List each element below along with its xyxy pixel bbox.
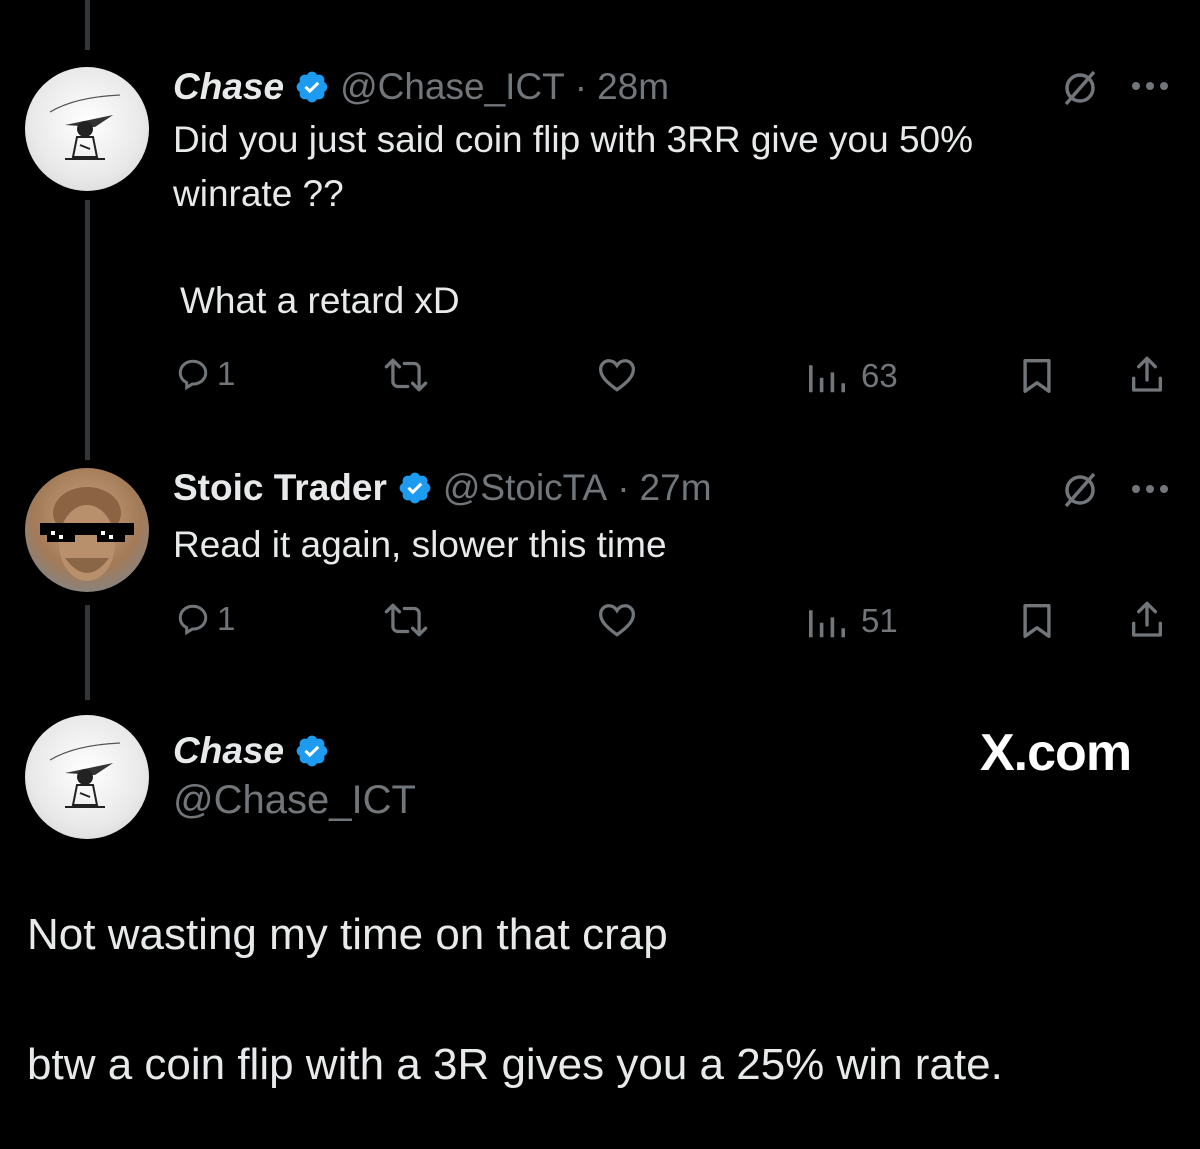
- tweet-author-name[interactable]: Chase: [173, 66, 284, 108]
- verified-badge-icon: [296, 735, 328, 767]
- thread-line-2: [85, 605, 90, 700]
- post-text-line: btw a coin flip with a 3R gives you a 25…: [27, 1040, 1003, 1089]
- like-icon: [598, 359, 636, 392]
- chase-avatar-sketch-icon: [49, 742, 121, 808]
- tweet-text-line: Read it again, slower this time: [173, 524, 667, 565]
- more-icon[interactable]: [1130, 483, 1170, 495]
- avatar-chase[interactable]: [25, 715, 149, 839]
- bookmark-button[interactable]: [1020, 357, 1054, 395]
- grok-icon[interactable]: [1060, 68, 1100, 108]
- reply-button[interactable]: 1: [175, 355, 235, 393]
- views-button[interactable]: 51: [807, 602, 898, 640]
- more-icon[interactable]: [1130, 80, 1170, 92]
- thread-line-1: [85, 200, 90, 460]
- post-text-line: Not wasting my time on that crap: [27, 910, 668, 959]
- retweet-button[interactable]: [383, 357, 429, 393]
- like-icon: [598, 604, 636, 637]
- like-button[interactable]: [597, 357, 637, 393]
- stoic-bust-sunglasses-icon: [40, 487, 134, 581]
- share-icon: [1132, 356, 1163, 392]
- retweet-icon: [384, 603, 428, 637]
- thread-line-top: [85, 0, 90, 50]
- reply-count: 1: [217, 600, 236, 637]
- views-icon: [809, 365, 845, 393]
- post-author-handle[interactable]: @Chase_ICT: [173, 778, 416, 823]
- separator-dot: ·: [617, 467, 630, 508]
- views-count: 51: [861, 602, 898, 639]
- views-icon: [809, 610, 845, 638]
- retweet-icon: [384, 358, 428, 392]
- bookmark-icon: [1023, 603, 1051, 638]
- tweet-text-line: Did you just said coin flip with 3RR giv…: [173, 119, 973, 160]
- separator-dot: ·: [574, 66, 588, 107]
- like-button[interactable]: [597, 602, 637, 638]
- grok-icon[interactable]: [1060, 470, 1100, 510]
- tweet-text-line: winrate ??: [173, 173, 344, 214]
- bookmark-button[interactable]: [1020, 602, 1054, 640]
- reply-icon: [178, 359, 208, 391]
- reply-count: 1: [217, 355, 236, 392]
- views-button[interactable]: 63: [807, 357, 898, 395]
- avatar-chase[interactable]: [25, 67, 149, 191]
- x-com-watermark: X.com: [980, 724, 1132, 782]
- tweet-text-line: What a retard xD: [180, 280, 460, 321]
- chase-avatar-sketch-icon: [49, 94, 121, 160]
- verified-badge-icon: [399, 472, 431, 504]
- tweet-time[interactable]: 27m: [640, 467, 712, 509]
- share-button[interactable]: [1128, 355, 1166, 395]
- bookmark-icon: [1023, 359, 1051, 393]
- views-count: 63: [861, 357, 898, 394]
- post-author-name[interactable]: Chase: [173, 730, 284, 772]
- reply-button[interactable]: 1: [175, 600, 235, 638]
- share-icon: [1132, 601, 1163, 637]
- verified-badge-icon: [296, 71, 328, 103]
- avatar-stoic-trader[interactable]: [25, 468, 149, 592]
- tweet-author-name[interactable]: Stoic Trader: [173, 467, 387, 509]
- tweet-time[interactable]: 28m: [597, 66, 669, 108]
- retweet-button[interactable]: [383, 602, 429, 638]
- reply-icon: [178, 604, 208, 636]
- share-button[interactable]: [1128, 600, 1166, 640]
- tweet-author-handle[interactable]: @StoicTA: [443, 467, 607, 509]
- tweet-author-handle[interactable]: @Chase_ICT: [340, 66, 565, 108]
